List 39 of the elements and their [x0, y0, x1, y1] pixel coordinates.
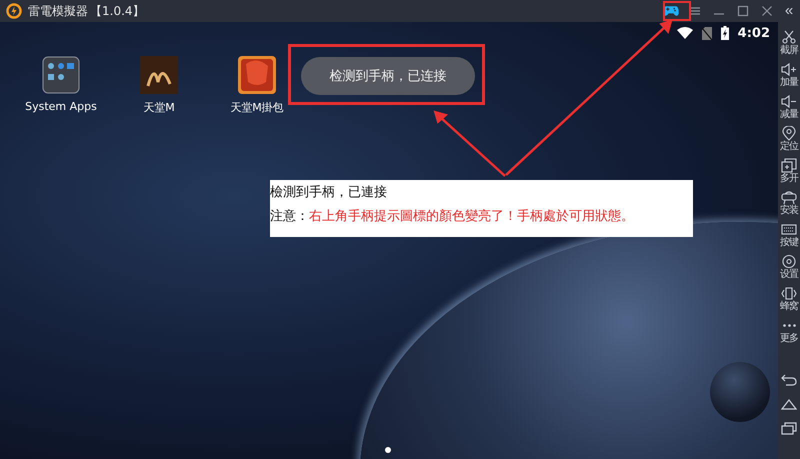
recent-apps-icon[interactable] — [780, 420, 798, 436]
note-text: 注意：右上角手柄提示圖標的顏色變亮了！手柄處於可用狀態。 — [270, 208, 635, 225]
back-icon[interactable] — [780, 372, 798, 388]
sidebar-tool-button[interactable]: 蜂窝 — [778, 286, 800, 318]
sidebar-tool-button[interactable]: 多开 — [778, 158, 800, 190]
highlight-frame — [663, 1, 691, 21]
game-app-icon[interactable] — [140, 56, 178, 94]
volume-down-icon — [781, 94, 797, 109]
sidebar-tool-button[interactable]: 定位 — [778, 126, 800, 158]
sidebar-tool-button[interactable]: 按键 — [778, 222, 800, 254]
app-logo-icon — [6, 3, 22, 19]
app-label[interactable]: 天堂M — [143, 100, 175, 115]
sidebar-tool-button[interactable]: 减量 — [778, 94, 800, 126]
apk-install-icon — [781, 190, 797, 205]
more-dots-icon — [782, 324, 796, 327]
volume-up-icon — [781, 62, 797, 77]
sidebar-tool-button[interactable]: 加量 — [778, 62, 800, 94]
note-title: 檢測到手柄，已連接 — [270, 184, 388, 201]
no-sim-icon — [702, 26, 712, 40]
wifi-icon — [676, 27, 693, 39]
sidebar-tool-button[interactable]: 设置 — [778, 254, 800, 286]
scissors-icon — [781, 30, 797, 45]
version-label: 【1.0.4】 — [90, 2, 145, 20]
apps-folder-icon[interactable] — [42, 56, 80, 94]
sidebar-tool-button[interactable]: 更多 — [778, 318, 800, 350]
location-pin-icon — [781, 126, 797, 141]
battery-charging-icon — [720, 26, 729, 40]
collapse-button[interactable]: « — [784, 0, 794, 22]
app-label[interactable]: 天堂M掛包 — [230, 100, 284, 115]
multi-window-icon — [781, 158, 797, 173]
settings-icon — [781, 254, 797, 269]
sidebar-tool-button[interactable]: 安装 — [778, 190, 800, 222]
sidebar-tool-button[interactable]: 截屏 — [778, 30, 800, 62]
shake-icon — [781, 286, 797, 301]
clock-time: 4:02 — [738, 26, 770, 40]
keyboard-icon — [781, 222, 797, 237]
app-label[interactable]: System Apps — [25, 100, 97, 113]
toast-message: 检测到手柄，已连接 — [301, 57, 475, 95]
app-title: 雷電模擬器 — [28, 2, 88, 20]
